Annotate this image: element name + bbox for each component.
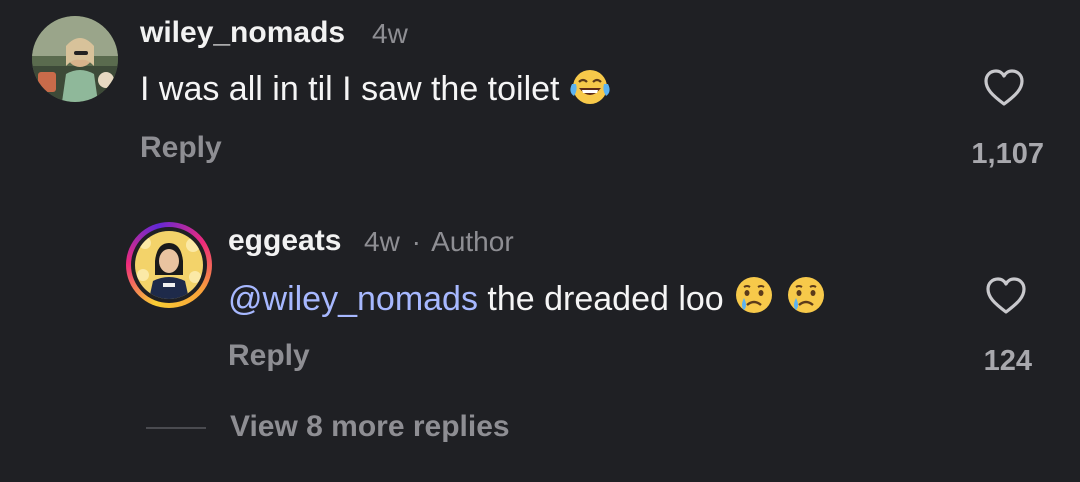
avatar-photo [135, 231, 203, 299]
reply-body: @wiley_nomads the dreaded loo [228, 274, 828, 325]
reply-like-heart-icon[interactable] [984, 276, 1028, 316]
reply-like-count: 124 [983, 345, 1032, 377]
reply-reply-button[interactable]: Reply [228, 339, 310, 373]
avatar-eggeats [135, 231, 203, 299]
comment-like-count: 1,107 [971, 138, 1044, 170]
crying-face-icon [784, 274, 828, 325]
comment-reply-button[interactable]: Reply [140, 131, 222, 165]
replies-divider [146, 427, 206, 429]
reply-meta: 4w · Author [364, 226, 514, 258]
reply-timestamp: 4w [364, 226, 400, 257]
comment-text: I was all in til I saw the toilet [140, 70, 560, 108]
view-more-replies-button[interactable]: View 8 more replies [230, 410, 510, 444]
mention-link[interactable]: @wiley_nomads [228, 280, 478, 318]
comment-thread: wiley_nomads 4w I was all in til I saw t… [0, 0, 1080, 482]
crying-face-icon [732, 274, 776, 325]
meta-separator: · [411, 226, 421, 257]
comment-username[interactable]: wiley_nomads [140, 16, 345, 50]
reply-username[interactable]: eggeats [228, 224, 341, 258]
avatar-wiley-nomads[interactable] [32, 16, 118, 102]
author-badge: Author [431, 226, 514, 257]
avatar-eggeats-story-ring[interactable] [126, 222, 212, 308]
comment-body: I was all in til I saw the toilet [140, 66, 612, 115]
comment-timestamp: 4w [372, 18, 408, 49]
reply-text: the dreaded loo [477, 280, 724, 318]
face-with-tears-of-joy-icon [568, 66, 612, 115]
avatar-photo [32, 16, 118, 102]
comment-like-heart-icon[interactable] [982, 68, 1026, 108]
